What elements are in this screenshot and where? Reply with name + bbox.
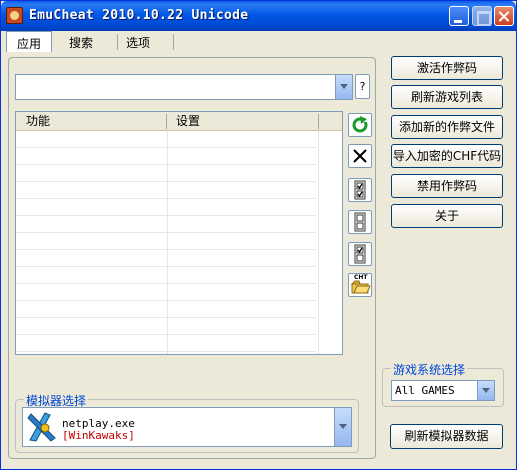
emulator-name: [WinKawaks] [62,429,135,442]
table-row[interactable] [16,148,316,165]
uncheck-all-icon [354,212,366,232]
app-icon[interactable] [6,7,23,24]
refresh-button[interactable] [348,113,372,137]
winkawaks-logo-icon [27,412,56,442]
game-system-value: All GAMES [395,384,455,397]
refresh-emulator-data-button[interactable]: 刷新模拟器数据 [390,424,503,449]
import-chf-code-button[interactable]: 导入加密的CHF代码 [391,144,503,168]
cheat-file-dropdown-button[interactable] [335,75,352,99]
game-system-dropdown-button[interactable] [477,381,494,400]
table-row[interactable] [16,335,316,352]
add-cheat-file-button[interactable]: 添加新的作弊文件 [391,115,503,139]
table-row[interactable] [16,165,316,182]
column-header-setting[interactable]: 设置 [168,112,200,131]
column-header-function[interactable]: 功能 [18,112,50,131]
table-row[interactable] [16,284,316,301]
table-row[interactable] [16,182,316,199]
check-all-button[interactable] [348,178,372,202]
help-button[interactable]: ? [355,74,370,99]
emulator-dropdown-button[interactable] [334,408,351,446]
game-system-select[interactable]: All GAMES [391,380,495,401]
chevron-down-icon [339,424,347,429]
minimize-button[interactable] [449,6,469,26]
delete-button[interactable] [348,144,372,168]
open-chf-button[interactable]: CHT [348,273,372,297]
about-button[interactable]: 关于 [391,204,503,228]
table-row[interactable] [16,199,316,216]
chevron-down-icon [340,84,348,89]
table-row[interactable] [16,250,316,267]
check-all-icon [354,180,366,200]
chevron-down-icon [482,387,490,393]
tab-options[interactable]: 选项 [116,31,160,52]
refresh-icon [352,116,368,133]
delete-icon [353,149,367,163]
column-divider[interactable] [166,114,167,129]
table-row[interactable] [16,233,316,250]
emucheat-window: EmuCheat 2010.10.22 Unicode 应用 搜索 选项 ? 功… [0,0,517,470]
toggle-check-button[interactable] [348,242,372,266]
maximize-button [472,6,492,26]
window-title: EmuCheat 2010.10.22 Unicode [29,8,249,23]
column-divider[interactable] [318,114,319,129]
game-system-group-title: 游戏系统选择 [391,361,468,378]
disable-cheat-button[interactable]: 禁用作弊码 [391,174,503,198]
tab-search[interactable]: 搜索 [59,31,103,52]
table-row[interactable] [16,267,316,284]
table-row[interactable] [16,301,316,318]
tab-strip: 应用 搜索 选项 [3,31,515,52]
tab-apply[interactable]: 应用 [6,31,53,52]
refresh-game-list-button[interactable]: 刷新游戏列表 [391,85,503,109]
activate-cheat-button[interactable]: 激活作弊码 [391,56,503,80]
table-row[interactable] [16,216,316,233]
toggle-check-icon [354,244,366,264]
cheat-file-combo[interactable] [15,74,353,100]
cheat-file-value [16,80,20,94]
table-row[interactable] [16,131,316,148]
uncheck-all-button[interactable] [348,210,372,234]
tab-divider [173,34,174,50]
cheat-list[interactable]: 功能 设置 [15,111,343,355]
chf-label: CHT [354,274,368,281]
grid-line [318,131,319,354]
cheat-list-header: 功能 设置 [16,112,342,131]
close-button[interactable] [494,6,514,26]
title-bar[interactable]: EmuCheat 2010.10.22 Unicode [1,1,516,31]
table-row[interactable] [16,318,316,335]
emulator-select[interactable]: netplay.exe [WinKawaks] [22,407,352,447]
